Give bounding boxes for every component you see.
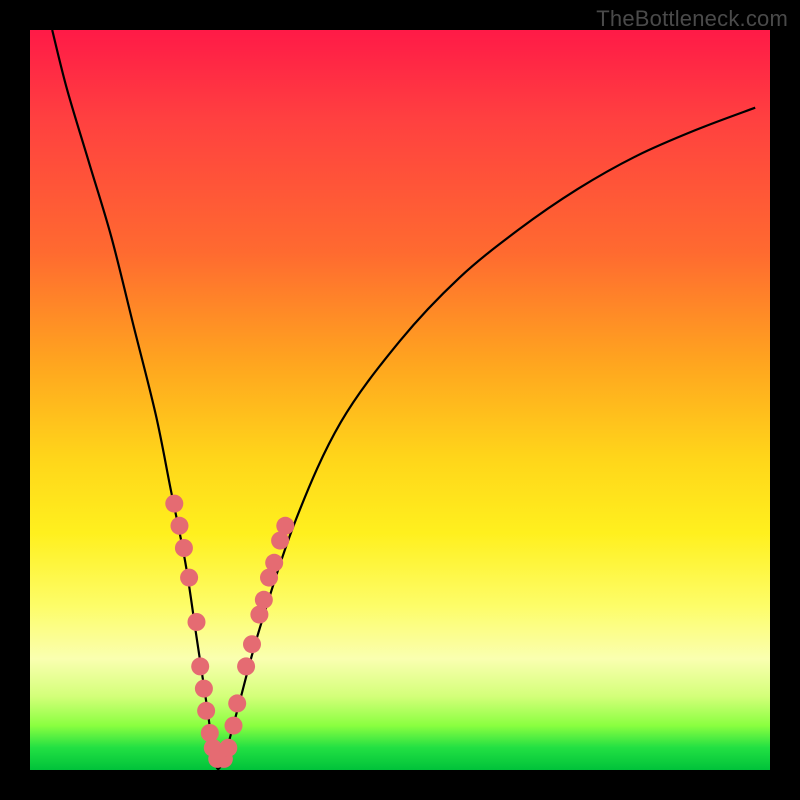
data-marker bbox=[219, 739, 237, 757]
data-marker bbox=[201, 724, 219, 742]
data-marker bbox=[197, 702, 215, 720]
data-marker bbox=[276, 517, 294, 535]
chart-svg bbox=[30, 30, 770, 770]
marker-cluster bbox=[165, 495, 294, 768]
plot-area bbox=[30, 30, 770, 770]
data-marker bbox=[180, 569, 198, 587]
data-marker bbox=[228, 694, 246, 712]
data-marker bbox=[188, 613, 206, 631]
data-marker bbox=[170, 517, 188, 535]
chart-frame: TheBottleneck.com bbox=[0, 0, 800, 800]
data-marker bbox=[237, 657, 255, 675]
bottleneck-curve bbox=[52, 30, 755, 769]
data-marker bbox=[243, 635, 261, 653]
data-marker bbox=[195, 680, 213, 698]
data-marker bbox=[191, 657, 209, 675]
data-marker bbox=[165, 495, 183, 513]
data-marker bbox=[175, 539, 193, 557]
watermark-text: TheBottleneck.com bbox=[596, 6, 788, 32]
data-marker bbox=[225, 717, 243, 735]
data-marker bbox=[265, 554, 283, 572]
data-marker bbox=[255, 591, 273, 609]
